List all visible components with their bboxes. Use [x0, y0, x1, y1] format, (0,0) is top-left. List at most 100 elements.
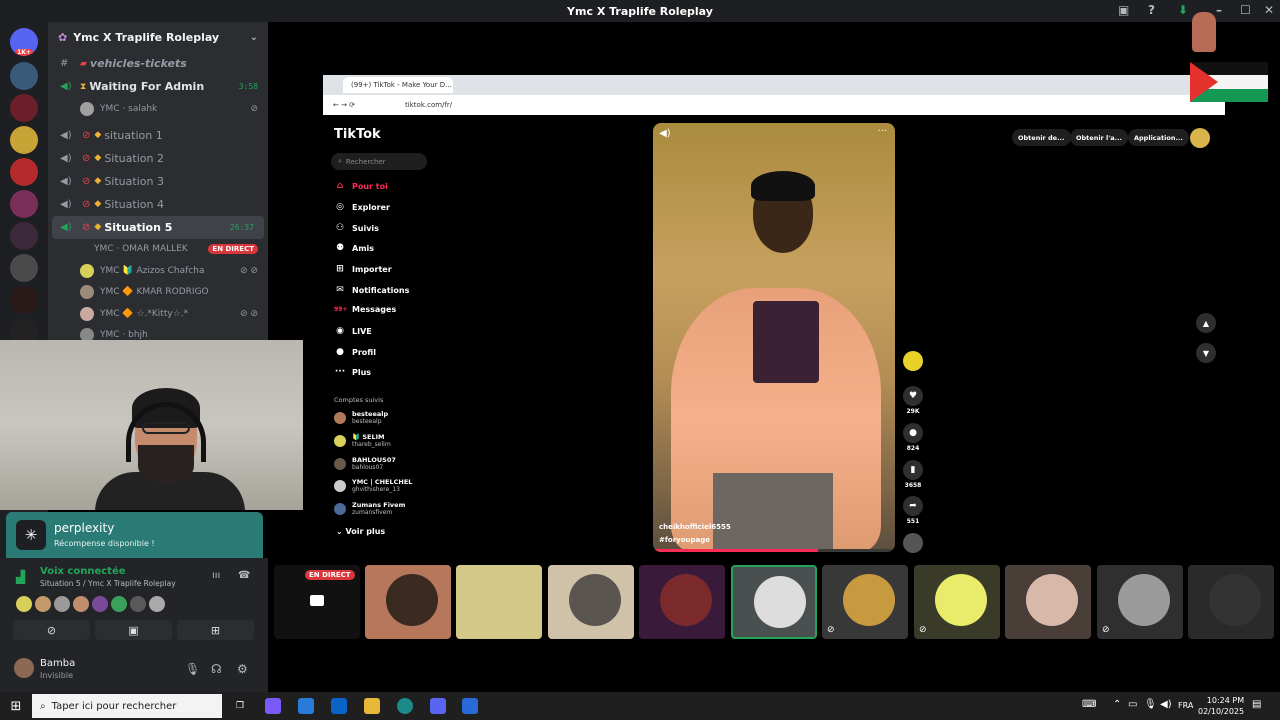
clock[interactable]: 10:24 PM 02/10/2025 — [1198, 695, 1244, 717]
channel-situation-1[interactable]: ◀) ⊘ ◆ situation 1 — [48, 124, 268, 147]
stream-tile[interactable]: ⊘ — [1097, 565, 1183, 639]
avatar[interactable] — [149, 596, 165, 612]
screen-share-button[interactable]: ▣ — [95, 620, 172, 640]
share-button[interactable]: ➦ 551 — [903, 496, 923, 525]
store-icon[interactable] — [298, 698, 314, 714]
discord-icon[interactable] — [430, 698, 446, 714]
nav-following[interactable]: ⚇ Suivis — [334, 223, 379, 233]
server-icon[interactable] — [10, 126, 38, 154]
guild-header[interactable]: ✿ Ymc X Traplife Roleplay ⌄ — [48, 22, 268, 52]
avatar[interactable] — [16, 596, 32, 612]
avatar[interactable] — [54, 596, 70, 612]
close-icon[interactable]: ✕ — [1264, 3, 1274, 17]
keyboard-icon[interactable]: ⌨ — [1082, 699, 1096, 710]
nav-more[interactable]: ··· Plus — [334, 367, 371, 377]
server-icon[interactable] — [10, 158, 38, 186]
microphone-icon[interactable]: 🎙 — [1144, 699, 1157, 710]
copilot-icon[interactable] — [265, 698, 281, 714]
headphones-icon[interactable]: ☊ — [211, 662, 222, 676]
voice-member[interactable]: YMC 🔶 ☆.*Kitty☆.* ⊘ ⊘ — [48, 303, 268, 325]
save-button[interactable]: ▮ 3658 — [903, 460, 923, 489]
following-account[interactable]: BAHLOUS07 bahlous07 — [334, 456, 396, 472]
following-account[interactable]: YMC | CHELCHEL ghvithishere_13 — [334, 478, 412, 494]
stream-tile[interactable] — [548, 565, 634, 639]
voice-channel[interactable]: Situation 5 / Ymc X Traplife Roleplay — [40, 579, 176, 588]
chevron-down-icon[interactable]: ▼ — [1196, 343, 1216, 363]
following-account[interactable]: Zumans Fivem zumansfivem — [334, 501, 405, 517]
microphone-icon[interactable]: 🎙 — [185, 662, 200, 676]
nav-messages[interactable]: 99+ Messages — [334, 305, 396, 314]
app-icon[interactable] — [462, 698, 478, 714]
sound-icon[interactable]: ◀) — [659, 128, 671, 139]
server-icon[interactable] — [10, 62, 38, 90]
video-player[interactable]: ◀) ··· cheikhofficiel6555 #foryoupage — [653, 123, 895, 552]
notifications-icon[interactable]: ▤ — [1252, 699, 1261, 710]
get-app-button[interactable]: Obtenir l'a... — [1070, 129, 1129, 146]
tiktok-logo[interactable]: TikTok — [334, 127, 381, 142]
voice-member[interactable]: YMC · salahk ⊘ — [48, 98, 268, 120]
perplexity-promo[interactable]: ✳ perplexity Récompense disponible ! — [6, 512, 263, 558]
edge-icon[interactable] — [397, 698, 413, 714]
camera-off-button[interactable]: ⊘ — [13, 620, 90, 640]
stream-tile[interactable]: ⊘ — [822, 565, 908, 639]
browser-tab[interactable]: (99+) TikTok - Make Your D... — [343, 77, 453, 93]
activities-button[interactable]: ⊞ — [177, 620, 254, 640]
file-explorer-icon[interactable] — [364, 698, 380, 714]
stream-tile[interactable] — [731, 565, 817, 639]
nav-friends[interactable]: ⚉ Amis — [334, 243, 374, 253]
voice-member[interactable]: YMC 🔶 KMAR RODRIGO — [48, 282, 268, 304]
avatar[interactable] — [35, 596, 51, 612]
search-input[interactable]: ⌕ Rechercher — [331, 153, 427, 170]
chevron-up-icon[interactable]: ▲ — [1196, 313, 1216, 333]
avatar[interactable] — [130, 596, 146, 612]
stream-tile[interactable]: EN DIRECT — [274, 565, 360, 639]
taskbar-search[interactable]: ⌕ Taper ici pour rechercher — [32, 694, 222, 718]
music-disc[interactable] — [903, 533, 923, 553]
windows-start-icon[interactable]: ⊞ — [8, 698, 24, 714]
server-icon[interactable] — [10, 190, 38, 218]
server-icon[interactable] — [10, 286, 38, 314]
tray-chevron-icon[interactable]: ⌃ — [1113, 699, 1121, 710]
see-more-button[interactable]: ⌄ Voir plus — [336, 527, 385, 536]
more-icon[interactable]: ··· — [877, 126, 887, 137]
channel-situation-3[interactable]: ◀) ⊘ ◆ Situation 3 — [48, 170, 268, 193]
channel-situation-4[interactable]: ◀) ⊘ ◆ Situation 4 — [48, 193, 268, 216]
noise-suppression-icon[interactable]: ııı — [212, 570, 220, 581]
stream-tile[interactable]: ⊘ — [914, 565, 1000, 639]
user-name[interactable]: Bamba — [40, 658, 75, 669]
stream-tile[interactable] — [639, 565, 725, 639]
creator-avatar[interactable] — [903, 351, 923, 371]
nav-profile[interactable]: ● Profil — [334, 347, 376, 357]
application-button[interactable]: Application... — [1128, 129, 1189, 146]
task-view-icon[interactable]: ❐ — [232, 698, 248, 714]
voice-status[interactable]: Voix connectée — [40, 566, 126, 577]
channel-situation-2[interactable]: ◀) ⊘ ◆ Situation 2 — [48, 147, 268, 170]
maximize-icon[interactable]: ☐ — [1240, 3, 1251, 17]
stream-tile[interactable] — [365, 565, 451, 639]
nav-buttons[interactable]: ← → ⟳ — [333, 101, 355, 109]
settings-icon[interactable]: ⚙ — [237, 662, 248, 676]
following-account[interactable]: besteealp besteealp — [334, 410, 388, 426]
get-coins-button[interactable]: Obtenir de... — [1012, 129, 1071, 146]
avatar[interactable] — [111, 596, 127, 612]
disconnect-icon[interactable]: ☎ — [238, 570, 250, 581]
like-button[interactable]: ♥ 29K — [903, 386, 923, 415]
nav-upload[interactable]: ⊞ Importer — [334, 264, 391, 274]
stream-tile[interactable] — [1188, 565, 1274, 639]
server-icon[interactable] — [10, 254, 38, 282]
stream-tile[interactable] — [1005, 565, 1091, 639]
avatar[interactable] — [73, 596, 89, 612]
server-icon[interactable] — [10, 94, 38, 122]
following-account[interactable]: 🔰 SELIM thareb_selim — [334, 433, 391, 449]
language-indicator[interactable]: FRA — [1178, 701, 1193, 710]
volume-icon[interactable]: ◀) — [1160, 699, 1172, 710]
download-icon[interactable]: ⬇ — [1178, 3, 1188, 17]
voice-member[interactable]: YMC 🔰 Azizos Chafcha ⊘ ⊘ — [48, 260, 268, 282]
video-author[interactable]: cheikhofficiel6555 — [659, 523, 731, 531]
user-avatar[interactable] — [14, 658, 34, 678]
channel-vehicles-tickets[interactable]: # ▰ vehicles-tickets — [48, 52, 268, 75]
voice-member[interactable]: YMC · OMAR MALLEK EN DIRECT — [48, 239, 268, 261]
comment-button[interactable]: ● 824 — [903, 423, 923, 452]
help-icon[interactable]: ? — [1148, 3, 1155, 17]
nav-notifications[interactable]: ✉ Notifications — [334, 285, 409, 295]
